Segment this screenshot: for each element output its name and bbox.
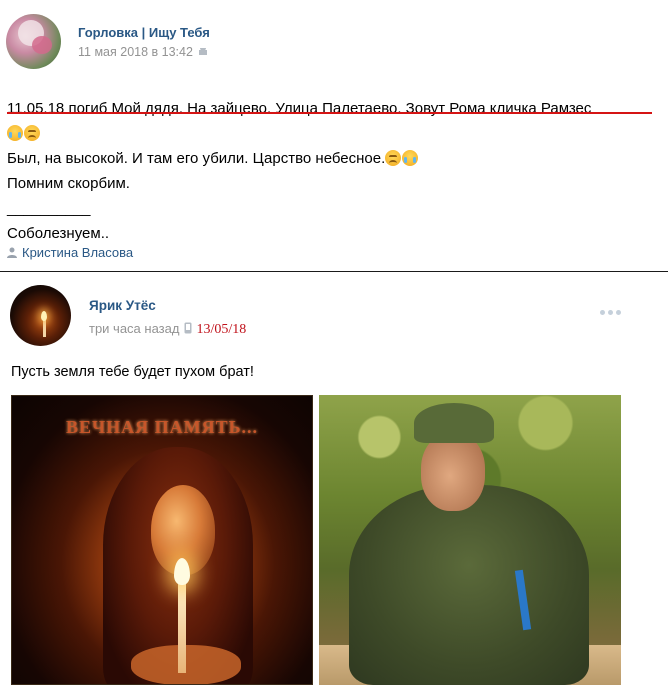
author-icon bbox=[7, 247, 17, 258]
post-line-5: Соболезнуем.. bbox=[7, 225, 110, 242]
date-annotation: 13/05/18 bbox=[196, 322, 247, 337]
more-icon[interactable] bbox=[600, 302, 624, 315]
post-time[interactable]: три часа назад 13/05/18 bbox=[89, 321, 246, 338]
disappointed-face-emoji bbox=[24, 125, 40, 141]
memorial-image[interactable]: ВЕЧНАЯ ПАМЯТЬ... bbox=[11, 395, 313, 685]
post-line-1: 11.05.18 погиб Мой дядя. На зайцево. Ули… bbox=[7, 100, 592, 117]
post-author[interactable]: Кристина Власова bbox=[7, 245, 133, 260]
post-line-4: __________ bbox=[7, 200, 91, 217]
post-time-text: 11 мая 2018 в 13:42 bbox=[78, 45, 193, 59]
military-cap bbox=[414, 403, 494, 443]
group-name-link[interactable]: Горловка | Ищу Тебя bbox=[78, 25, 210, 40]
soldier-head bbox=[421, 433, 485, 511]
post-2: Ярик Утёс три часа назад 13/05/18 Пусть з… bbox=[0, 272, 668, 685]
post-text: 11.05.18 погиб Мой дядя. На зайцево. Ули… bbox=[7, 96, 657, 246]
phone-icon bbox=[184, 322, 192, 334]
image-frame bbox=[11, 395, 313, 685]
android-icon bbox=[198, 48, 207, 55]
post-line-2: Был, на высокой. И там его убили. Царств… bbox=[7, 150, 386, 167]
red-underline-annotation bbox=[7, 112, 652, 114]
soldier-body bbox=[349, 485, 589, 685]
user-name-link[interactable]: Ярик Утёс bbox=[89, 298, 156, 313]
crying-face-emoji bbox=[7, 125, 23, 141]
post-text: Пусть земля тебе будет пухом брат! bbox=[11, 364, 254, 380]
post-time-text: три часа назад bbox=[89, 321, 180, 336]
user-avatar[interactable] bbox=[10, 285, 71, 346]
crying-face-emoji bbox=[402, 150, 419, 166]
post-line-3: Помним скорбим. bbox=[7, 175, 130, 192]
post-author-name: Кристина Власова bbox=[22, 245, 134, 260]
post-time[interactable]: 11 мая 2018 в 13:42 bbox=[78, 45, 208, 59]
disappointed-face-emoji bbox=[385, 150, 402, 166]
post-1: Горловка | Ищу Тебя 11 мая 2018 в 13:42 … bbox=[0, 0, 668, 272]
soldier-photo[interactable] bbox=[319, 395, 621, 685]
group-avatar[interactable] bbox=[6, 14, 61, 69]
